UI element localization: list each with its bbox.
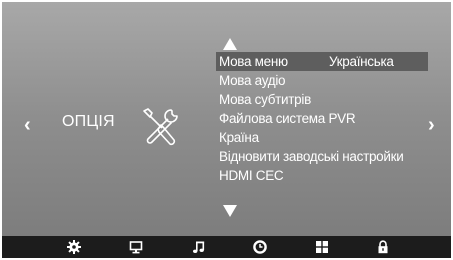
tv-menu-screen: ‹ › ОПЦІЯ Мова меню Українська Мова ауді… <box>2 2 451 258</box>
grid-icon <box>316 241 328 253</box>
triangle-up-icon[interactable] <box>220 37 240 51</box>
menu-item-country[interactable]: Країна <box>216 128 428 147</box>
music-note-icon <box>193 241 205 253</box>
tools-icon <box>143 108 178 146</box>
tab-settings[interactable] <box>66 239 82 255</box>
menu-item-menu-language[interactable]: Мова меню Українська <box>216 52 428 71</box>
tab-sound[interactable] <box>191 239 207 255</box>
triangle-down-icon[interactable] <box>220 204 240 218</box>
menu-item-label: Мова меню <box>219 54 288 69</box>
lock-icon <box>378 240 388 254</box>
chevron-left-icon[interactable]: ‹ <box>24 115 31 135</box>
menu-item-audio-language[interactable]: Мова аудіо <box>216 71 428 90</box>
settings-menu: Мова меню Українська Мова аудіо Мова суб… <box>216 52 428 185</box>
menu-item-hdmi-cec[interactable]: HDMI CEC <box>216 166 428 185</box>
tab-picture[interactable] <box>128 239 144 255</box>
clock-icon <box>253 240 267 254</box>
menu-item-factory-reset[interactable]: Відновити заводські настройки <box>216 147 428 166</box>
tab-lock[interactable] <box>375 239 391 255</box>
bottom-tab-bar <box>2 236 451 258</box>
tab-time[interactable] <box>252 239 268 255</box>
menu-item-pvr-file-system[interactable]: Файлова система PVR <box>216 109 428 128</box>
monitor-icon <box>129 241 143 254</box>
gear-icon <box>67 240 81 254</box>
menu-item-subtitle-language[interactable]: Мова субтитрів <box>216 90 428 109</box>
category-title: ОПЦІЯ <box>62 113 115 130</box>
menu-item-value: Українська <box>329 54 394 69</box>
tab-apps[interactable] <box>314 239 330 255</box>
chevron-right-icon[interactable]: › <box>428 115 435 135</box>
